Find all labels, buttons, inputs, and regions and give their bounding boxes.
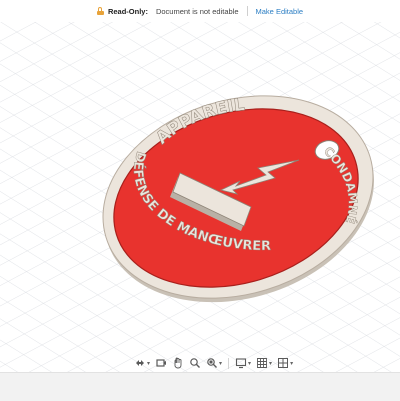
- chevron-down-icon: ▾: [269, 360, 273, 367]
- navigation-toolbar: ▾ ▾ ▾ ▾ ▾: [133, 355, 294, 371]
- read-only-label: Read-Only:: [107, 6, 148, 16]
- zoom-button[interactable]: [188, 356, 202, 370]
- viewports-button[interactable]: ▾: [276, 356, 294, 370]
- toolbar-divider: [228, 357, 230, 369]
- make-editable-button[interactable]: Make Editable: [256, 7, 304, 16]
- read-only-banner: Read-Only: Document is not editable Make…: [0, 0, 400, 22]
- grid-settings-button[interactable]: ▾: [255, 356, 273, 370]
- orbit-icon: [136, 360, 144, 366]
- chevron-down-icon: ▾: [219, 360, 223, 367]
- viewport-canvas[interactable]: APPAREIL CONDAMNÉ DÉFENSE DE MANŒUVRER: [0, 22, 400, 372]
- display-settings-icon: [235, 358, 247, 369]
- pan-icon: [174, 357, 182, 369]
- chevron-down-icon: ▾: [290, 360, 294, 367]
- banner-divider: [246, 6, 248, 16]
- pan-button[interactable]: [171, 356, 185, 370]
- fit-button[interactable]: ▾: [205, 356, 223, 370]
- look-at-icon: [156, 359, 167, 367]
- 3d-viewport[interactable]: APPAREIL CONDAMNÉ DÉFENSE DE MANŒUVRER: [0, 22, 400, 372]
- display-settings-button[interactable]: ▾: [234, 356, 252, 370]
- read-only-status: Read-Only:: [96, 6, 148, 16]
- orbit-button[interactable]: ▾: [133, 356, 151, 370]
- zoom-icon: [190, 358, 201, 368]
- grid-icon: [257, 358, 267, 368]
- chevron-down-icon: ▾: [248, 360, 252, 367]
- viewports-icon: [278, 358, 289, 368]
- fit-icon: [207, 358, 218, 368]
- read-only-message: Document is not editable: [155, 6, 239, 16]
- look-at-button[interactable]: [154, 356, 168, 370]
- chevron-down-icon: ▾: [147, 360, 151, 367]
- bottom-panel: [0, 372, 400, 401]
- lock-icon: [96, 7, 104, 15]
